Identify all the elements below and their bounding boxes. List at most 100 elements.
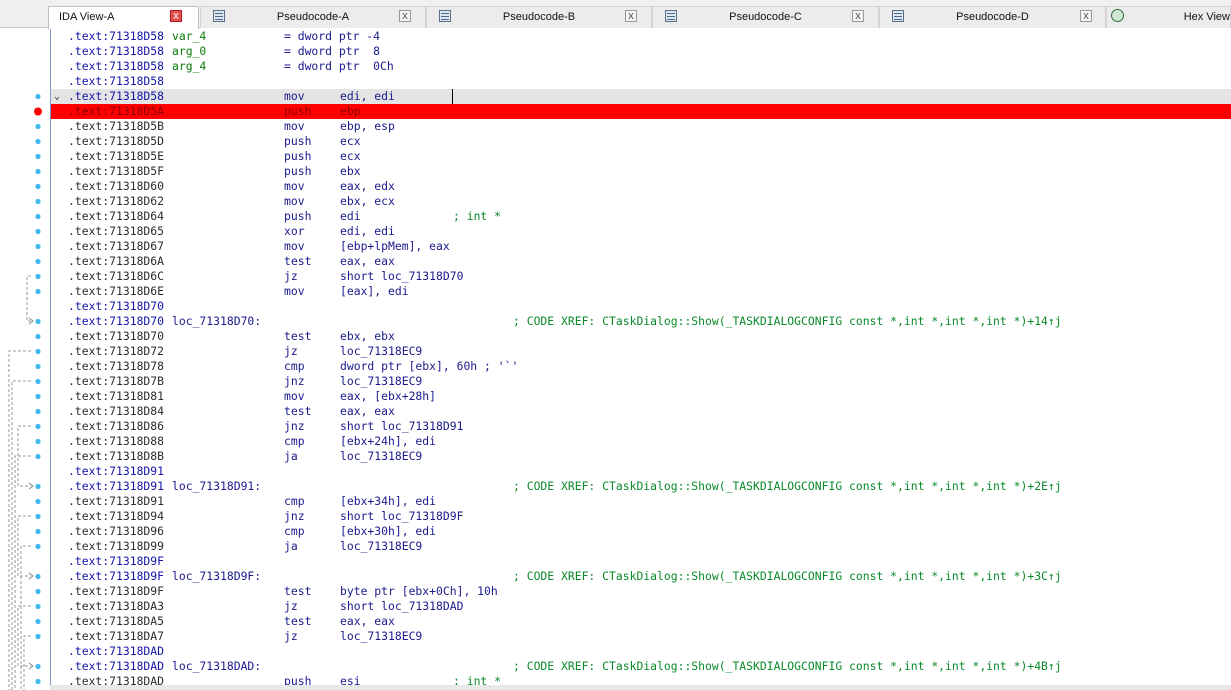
stack-var-name[interactable]: arg_0	[172, 44, 206, 59]
instruction-dot[interactable]	[35, 423, 41, 430]
code-line[interactable]: .text:71318D84 test eax, eax	[51, 404, 1231, 419]
code-line[interactable]: .text:71318D86 jnz short loc_71318D91	[51, 419, 1231, 434]
code-line[interactable]: .text:71318D91 loc_71318D91: ; CODE XREF: …	[51, 479, 1231, 494]
instruction-operands[interactable]: byte ptr [ebx+0Ch], 10h	[340, 584, 498, 599]
instruction-dot[interactable]	[35, 393, 41, 400]
close-icon[interactable]: x	[399, 10, 411, 22]
code-line[interactable]: .text:71318D65 xor edi, edi	[51, 224, 1231, 239]
instruction-operands[interactable]: short loc_71318D70	[340, 269, 463, 284]
code-line[interactable]: .text:71318D58 arg_0 = dword ptr 8	[51, 44, 1231, 59]
current-line[interactable]: ⌄ .text:71318D58 mov edi, edi	[51, 89, 1231, 104]
instruction-dot[interactable]	[35, 348, 41, 355]
instruction-operands[interactable]: loc_71318EC9	[340, 344, 422, 359]
instruction-dot[interactable]	[35, 138, 41, 145]
stack-var-name[interactable]: var_4	[172, 29, 206, 44]
instruction-dot[interactable]	[35, 678, 41, 685]
code-line[interactable]: .text:71318D58	[51, 74, 1231, 89]
code-line[interactable]: .text:71318D6A test eax, eax	[51, 254, 1231, 269]
code-label[interactable]: loc_71318D9F:	[172, 569, 261, 584]
instruction-operands[interactable]: edi	[340, 209, 361, 224]
instruction-dot[interactable]	[35, 168, 41, 175]
disassembly-view[interactable]: .text:71318D58 var_4 = dword ptr -4 .text:7…	[50, 29, 1231, 690]
code-line[interactable]: .text:71318DAD	[51, 644, 1231, 659]
code-line[interactable]: .text:71318D70	[51, 299, 1231, 314]
instruction-operands[interactable]: [ebx+34h], edi	[340, 494, 436, 509]
instruction-operands[interactable]: edi, edi	[340, 224, 395, 239]
instruction-dot[interactable]	[35, 183, 41, 190]
code-line[interactable]: .text:71318D9F loc_71318D9F: ; CODE XREF: …	[51, 569, 1231, 584]
instruction-dot[interactable]	[35, 618, 41, 625]
instruction-dot[interactable]	[35, 93, 41, 100]
instruction-operands[interactable]: [eax], edi	[340, 284, 409, 299]
label-dot[interactable]	[35, 483, 41, 490]
code-line[interactable]: .text:71318D5E push ecx	[51, 149, 1231, 164]
instruction-dot[interactable]	[35, 198, 41, 205]
instruction-dot[interactable]	[35, 228, 41, 235]
code-label[interactable]: loc_71318D70:	[172, 314, 261, 329]
instruction-dot[interactable]	[35, 633, 41, 640]
code-line[interactable]: .text:71318D78 cmp dword ptr [ebx], 60h ; …	[51, 359, 1231, 374]
instruction-operands[interactable]: ebp, esp	[340, 119, 395, 134]
code-line[interactable]: .text:71318D70 loc_71318D70: ; CODE XREF: …	[51, 314, 1231, 329]
code-line[interactable]: .text:71318D81 mov eax, [ebx+28h]	[51, 389, 1231, 404]
code-line[interactable]: .text:71318D58 arg_4 = dword ptr 0Ch	[51, 59, 1231, 74]
instruction-operands[interactable]: [ebp+lpMem], eax	[340, 239, 450, 254]
instruction-dot[interactable]	[35, 528, 41, 535]
code-label[interactable]: loc_71318DAD:	[172, 659, 261, 674]
close-icon[interactable]: x	[625, 10, 637, 22]
label-dot[interactable]	[35, 573, 41, 580]
instruction-dot[interactable]	[35, 378, 41, 385]
instruction-operands[interactable]: loc_71318EC9	[340, 374, 422, 389]
code-line[interactable]: .text:71318D58 var_4 = dword ptr -4	[51, 29, 1231, 44]
instruction-dot[interactable]	[35, 438, 41, 445]
instruction-dot[interactable]	[35, 498, 41, 505]
instruction-dot[interactable]	[35, 123, 41, 130]
label-dot[interactable]	[35, 663, 41, 670]
code-line[interactable]: .text:71318DA3 jz short loc_71318DAD	[51, 599, 1231, 614]
instruction-operands[interactable]: short loc_71318D91	[340, 419, 463, 434]
code-line[interactable]: .text:71318D8B ja loc_71318EC9	[51, 449, 1231, 464]
code-line[interactable]: .text:71318D6C jz short loc_71318D70	[51, 269, 1231, 284]
instruction-operands[interactable]: [ebx+30h], edi	[340, 524, 436, 539]
code-line[interactable]: .text:71318D5F push ebx	[51, 164, 1231, 179]
code-label[interactable]: loc_71318D91:	[172, 479, 261, 494]
code-line[interactable]: .text:71318D88 cmp [ebx+24h], edi	[51, 434, 1231, 449]
instruction-operands[interactable]: eax, eax	[340, 254, 395, 269]
instruction-dot[interactable]	[35, 213, 41, 220]
tab-pseudocode-c[interactable]: Pseudocode-C x	[652, 6, 879, 28]
instruction-operands[interactable]: eax, edx	[340, 179, 395, 194]
instruction-operands[interactable]: ebx	[340, 164, 361, 179]
instruction-dot[interactable]	[35, 288, 41, 295]
close-icon[interactable]: x	[170, 10, 182, 22]
code-line[interactable]: .text:71318D94 jnz short loc_71318D9F	[51, 509, 1231, 524]
instruction-dot[interactable]	[35, 273, 41, 280]
code-line[interactable]: .text:71318D62 mov ebx, ecx	[51, 194, 1231, 209]
code-line[interactable]: .text:71318DA5 test eax, eax	[51, 614, 1231, 629]
code-line[interactable]: .text:71318D7B jnz loc_71318EC9	[51, 374, 1231, 389]
instruction-operands[interactable]: edi, edi	[340, 89, 395, 104]
breakpoint-line[interactable]: .text:71318D5A push ebp	[51, 104, 1231, 119]
instruction-operands[interactable]: ebx, ecx	[340, 194, 395, 209]
instruction-dot[interactable]	[35, 453, 41, 460]
instruction-operands[interactable]: loc_71318EC9	[340, 629, 422, 644]
code-line[interactable]: .text:71318D5B mov ebp, esp	[51, 119, 1231, 134]
code-line[interactable]: .text:71318D9F test byte ptr [ebx+0Ch], 10…	[51, 584, 1231, 599]
breakpoint-icon[interactable]	[34, 107, 42, 116]
instruction-dot[interactable]	[35, 153, 41, 160]
instruction-operands[interactable]: short loc_71318D9F	[340, 509, 463, 524]
code-line[interactable]: .text:71318DA7 jz loc_71318EC9	[51, 629, 1231, 644]
instruction-operands[interactable]: loc_71318EC9	[340, 539, 422, 554]
close-icon[interactable]: x	[1080, 10, 1092, 22]
instruction-operands[interactable]: [ebx+24h], edi	[340, 434, 436, 449]
tab-pseudocode-a[interactable]: Pseudocode-A x	[200, 6, 426, 28]
tab-pseudocode-b[interactable]: Pseudocode-B x	[426, 6, 652, 28]
code-line[interactable]: .text:71318D91 cmp [ebx+34h], edi	[51, 494, 1231, 509]
instruction-operands[interactable]: eax, eax	[340, 404, 395, 419]
code-line[interactable]: .text:71318D6E mov [eax], edi	[51, 284, 1231, 299]
instruction-operands[interactable]: loc_71318EC9	[340, 449, 422, 464]
code-line[interactable]: .text:71318D64 push edi ; int *	[51, 209, 1231, 224]
instruction-dot[interactable]	[35, 603, 41, 610]
instruction-dot[interactable]	[35, 543, 41, 550]
code-line[interactable]: .text:71318D72 jz loc_71318EC9	[51, 344, 1231, 359]
tab-hex-view[interactable]: Hex View	[1106, 6, 1231, 28]
